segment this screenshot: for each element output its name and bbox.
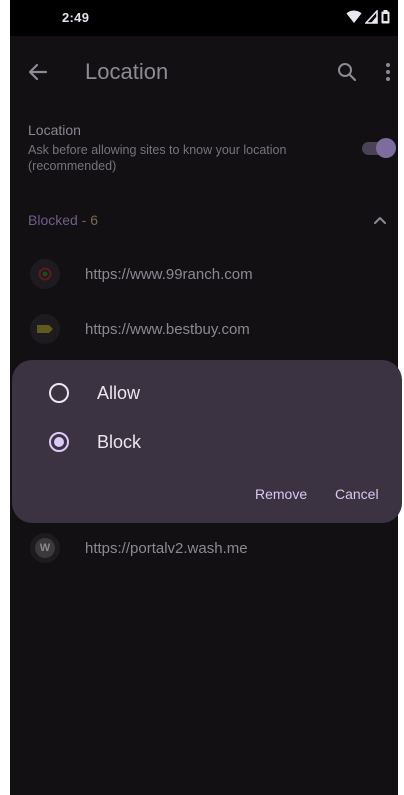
allow-label: Allow: [97, 383, 141, 403]
block-radio[interactable]: [49, 432, 69, 452]
allow-option[interactable]: Allow: [12, 370, 402, 416]
cancel-button[interactable]: Cancel: [335, 486, 379, 502]
search-icon: [338, 63, 357, 82]
setting-title: Location: [28, 122, 81, 138]
bestbuy-favicon: [30, 314, 60, 344]
wifi-icon: [346, 10, 362, 23]
signal-icon: [365, 10, 378, 24]
blocked-section-header[interactable]: Blocked - 6: [10, 206, 398, 236]
permission-dialog: Allow Block Remove Cancel: [12, 360, 402, 523]
site-url: https://portalv2.wash.me: [85, 540, 248, 557]
collapse-button[interactable]: [372, 212, 388, 228]
status-time: 2:49: [62, 10, 90, 25]
more-options-button[interactable]: [381, 60, 395, 84]
blocked-label: Blocked: [28, 212, 78, 228]
site-row[interactable]: W https://portalv2.wash.me: [10, 527, 398, 571]
battery-icon: [381, 10, 390, 24]
page-title: Location: [85, 59, 169, 84]
arrow-back-icon: [28, 63, 48, 81]
site-url: https://www.bestbuy.com: [85, 321, 250, 338]
wash-favicon: W: [30, 533, 60, 563]
location-toggle[interactable]: [360, 138, 396, 158]
app-bar: Location: [10, 36, 398, 108]
allow-radio[interactable]: [49, 383, 69, 403]
block-option[interactable]: Block: [12, 419, 402, 465]
site-row[interactable]: https://www.bestbuy.com: [10, 308, 398, 352]
remove-button[interactable]: Remove: [255, 486, 307, 502]
more-vert-icon: [386, 63, 390, 81]
status-bar: 2:49: [10, 0, 398, 36]
site-url: https://www.99ranch.com: [85, 266, 253, 283]
search-button[interactable]: [335, 60, 359, 84]
status-icons: [346, 10, 390, 24]
blocked-count: - 6: [77, 212, 99, 228]
chevron-up-icon: [374, 217, 386, 224]
setting-subtitle: Ask before allowing sites to know your l…: [28, 143, 287, 173]
blocked-section-label: Blocked - 6: [28, 212, 98, 228]
bestbuy-tag-icon: [37, 325, 53, 333]
location-setting-row[interactable]: Location Ask before allowing sites to kn…: [10, 118, 398, 184]
site-row[interactable]: https://www.99ranch.com: [10, 253, 398, 297]
ranch-logo-icon: [38, 267, 52, 281]
block-label: Block: [97, 432, 142, 452]
ranch-favicon: [30, 259, 60, 289]
toggle-thumb: [376, 138, 396, 158]
radio-selected-dot: [54, 437, 64, 447]
wash-letter-icon: W: [35, 538, 55, 558]
back-button[interactable]: [24, 58, 52, 86]
